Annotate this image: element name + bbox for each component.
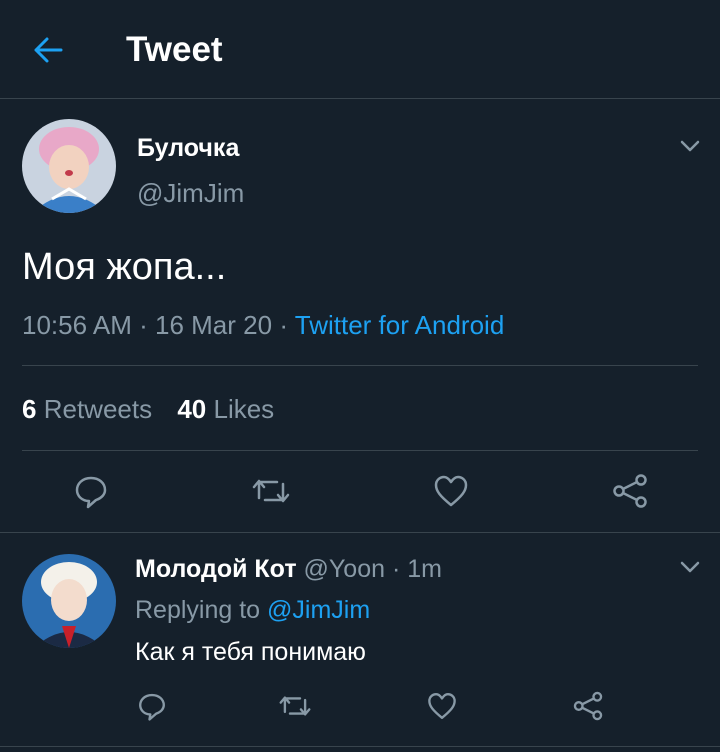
like-button[interactable] (432, 472, 470, 510)
tweet-menu-button[interactable] (676, 132, 704, 160)
tweet-source-link[interactable]: Twitter for Android (295, 310, 505, 340)
share-icon (613, 474, 647, 508)
header-divider (0, 98, 720, 99)
meta-separator: · (139, 310, 148, 340)
page-title: Tweet (126, 30, 223, 69)
meta-separator: · (391, 555, 401, 583)
back-button[interactable] (28, 30, 68, 70)
retweets-stat[interactable]: 6 Retweets (22, 394, 159, 424)
stats-divider (22, 450, 698, 451)
tweet-divider (0, 532, 720, 533)
meta-separator: · (279, 310, 288, 340)
author-handle[interactable]: @Yoon (304, 555, 385, 583)
retweet-icon (252, 479, 290, 503)
chevron-down-icon (680, 561, 700, 573)
reply-button[interactable] (72, 472, 110, 510)
retweet-button[interactable] (278, 690, 312, 722)
retweets-label: Retweets (43, 394, 153, 424)
reply-button[interactable] (136, 690, 168, 722)
arrow-left-icon (34, 37, 63, 63)
share-icon (573, 691, 603, 721)
tweet-time: 10:56 AM (22, 310, 132, 340)
share-button[interactable] (611, 472, 649, 510)
like-button[interactable] (426, 690, 458, 722)
chevron-down-icon (680, 140, 700, 152)
replying-to: Replying to @JimJim (135, 595, 370, 625)
author-name[interactable]: Молодой Кот (135, 555, 297, 583)
avatar[interactable] (22, 554, 116, 648)
tweet-stats: 6 Retweets 40 Likes (22, 393, 274, 425)
tweet-text: Моя жопа... (22, 246, 227, 288)
replying-to-link[interactable]: @JimJim (267, 596, 370, 624)
replying-to-label: Replying to (135, 596, 261, 624)
tweet-meta: 10:56 AM · 16 Mar 20 · Twitter for Andro… (22, 309, 504, 341)
likes-label: Likes (213, 394, 275, 424)
tweet-date: 16 Mar 20 (155, 310, 273, 340)
share-button[interactable] (572, 690, 604, 722)
meta-divider (22, 365, 698, 366)
retweet-icon (279, 696, 311, 716)
retweets-count: 6 (22, 394, 37, 424)
heart-icon (428, 693, 456, 719)
comment-icon (139, 693, 165, 721)
avatar[interactable] (22, 119, 116, 213)
reply-age: 1m (407, 555, 442, 583)
reply-header: Молодой Кот @Yoon · 1m (135, 554, 442, 584)
author-handle[interactable]: @JimJim (137, 178, 244, 208)
heart-icon (434, 475, 468, 507)
author-name[interactable]: Булочка (137, 133, 239, 163)
reply-text: Как я тебя понимаю (135, 638, 366, 666)
comment-icon (75, 476, 107, 509)
retweet-button[interactable] (251, 472, 291, 510)
reply-divider (0, 746, 720, 747)
reply-menu-button[interactable] (676, 553, 704, 581)
likes-stat[interactable]: 40 Likes (177, 394, 274, 424)
likes-count: 40 (177, 394, 207, 424)
